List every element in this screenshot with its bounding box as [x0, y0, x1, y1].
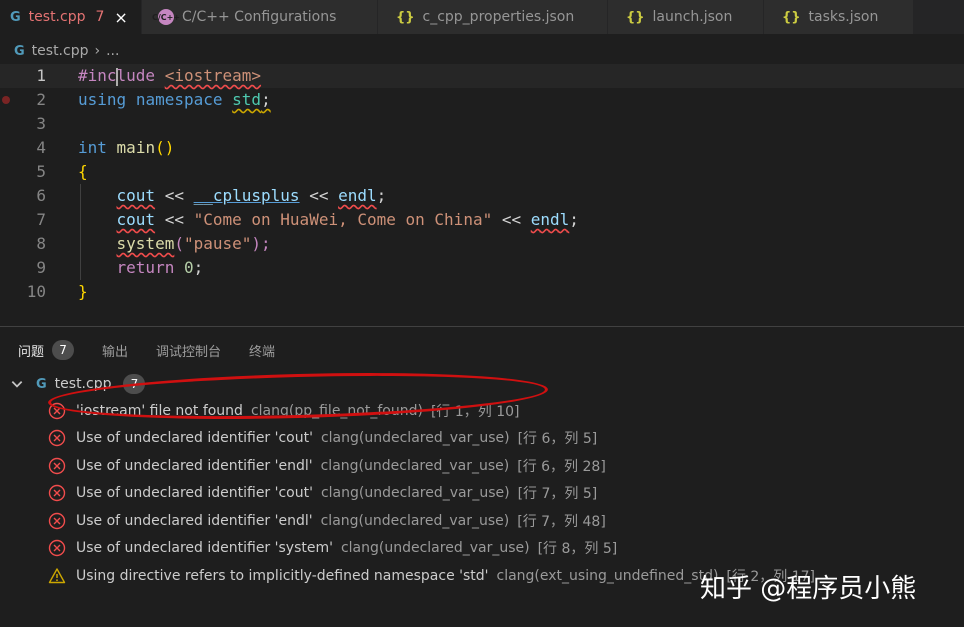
error-icon: [48, 539, 66, 557]
code-line-10[interactable]: 10 }: [0, 280, 964, 304]
problem-item[interactable]: Use of undeclared identifier 'cout' clan…: [48, 480, 597, 506]
tab-tasks-json[interactable]: {} tasks.json: [764, 0, 914, 34]
code-line-3[interactable]: 3: [0, 112, 964, 136]
tab-label: test.cpp: [28, 9, 86, 25]
tab-cpp-configurations[interactable]: C/C++ C/C++ Configurations: [142, 0, 378, 34]
line-number: 6: [36, 186, 46, 205]
cpp-file-icon: G: [10, 9, 21, 25]
line-number: 9: [36, 258, 46, 277]
tab-label: tasks.json: [808, 9, 879, 25]
tab-debug-console[interactable]: 调试控制台: [156, 337, 221, 363]
problem-item[interactable]: Use of undeclared identifier 'cout' clan…: [48, 425, 597, 451]
error-icon: [48, 457, 66, 475]
line-number: 5: [36, 162, 46, 181]
breadcrumb: G test.cpp › ...: [14, 40, 119, 62]
code-line-5[interactable]: 5 {: [0, 160, 964, 184]
tab-label: C/C++ Configurations: [182, 9, 337, 25]
watermark: 知乎 @程序员小熊: [700, 574, 917, 604]
code-line-9[interactable]: 9 return 0;: [0, 256, 964, 280]
line-number: 7: [36, 210, 46, 229]
line-number: 10: [26, 282, 46, 301]
error-icon: [48, 429, 66, 447]
json-braces-icon: {}: [396, 9, 415, 25]
tab-launch-json[interactable]: {} launch.json: [608, 0, 764, 34]
json-braces-icon: {}: [626, 9, 645, 25]
code-editor[interactable]: 1 #include <iostream> 2 using namespace …: [0, 64, 964, 326]
line-number: 8: [36, 234, 46, 253]
problem-item[interactable]: Use of undeclared identifier 'system' cl…: [48, 535, 617, 561]
panel-tabs: 问题 7 输出 调试控制台 终端: [18, 337, 303, 363]
tab-problems[interactable]: 问题 7: [18, 337, 75, 363]
error-icon: [48, 512, 66, 530]
problems-count-badge: 7: [52, 340, 75, 360]
tab-test-cpp[interactable]: G test.cpp 7 ×: [0, 0, 142, 34]
json-braces-icon: {}: [782, 9, 801, 25]
tab-label: launch.json: [652, 9, 733, 25]
cpp-settings-icon: C/C++: [152, 9, 180, 25]
code-line-8[interactable]: 8 system("pause");: [0, 232, 964, 256]
problem-count-badge: 7: [95, 9, 105, 25]
cpp-file-icon: G: [14, 43, 25, 59]
tab-output[interactable]: 输出: [102, 337, 128, 363]
line-number: 4: [36, 138, 46, 157]
tab-terminal[interactable]: 终端: [249, 337, 275, 363]
problem-item[interactable]: Use of undeclared identifier 'endl' clan…: [48, 508, 606, 534]
code-line-6[interactable]: 6 cout << __cplusplus << endl;: [0, 184, 964, 208]
error-icon: [48, 484, 66, 502]
chevron-right-icon: ›: [94, 43, 101, 59]
tab-c-cpp-properties-json[interactable]: {} c_cpp_properties.json: [378, 0, 608, 34]
chevron-down-icon[interactable]: [10, 377, 24, 391]
line-number: 1: [36, 66, 46, 85]
code-line-2[interactable]: 2 using namespace std;: [0, 88, 964, 112]
breadcrumb-more[interactable]: ...: [106, 43, 119, 59]
cpp-file-icon: G: [36, 376, 47, 392]
close-icon[interactable]: ×: [114, 8, 127, 27]
tab-label: c_cpp_properties.json: [422, 9, 575, 25]
line-number: 3: [36, 114, 46, 133]
problem-item[interactable]: Use of undeclared identifier 'endl' clan…: [48, 453, 606, 479]
line-number: 2: [36, 90, 46, 109]
code-line-1[interactable]: 1 #include <iostream>: [0, 64, 964, 88]
code-line-4[interactable]: 4 int main(): [0, 136, 964, 160]
warning-icon: [48, 568, 66, 584]
editor-tab-bar: G test.cpp 7 × C/C++ C/C++ Configuration…: [0, 0, 964, 34]
code-line-7[interactable]: 7 cout << "Come on HuaWei, Come on China…: [0, 208, 964, 232]
breadcrumb-file[interactable]: test.cpp: [32, 43, 89, 59]
